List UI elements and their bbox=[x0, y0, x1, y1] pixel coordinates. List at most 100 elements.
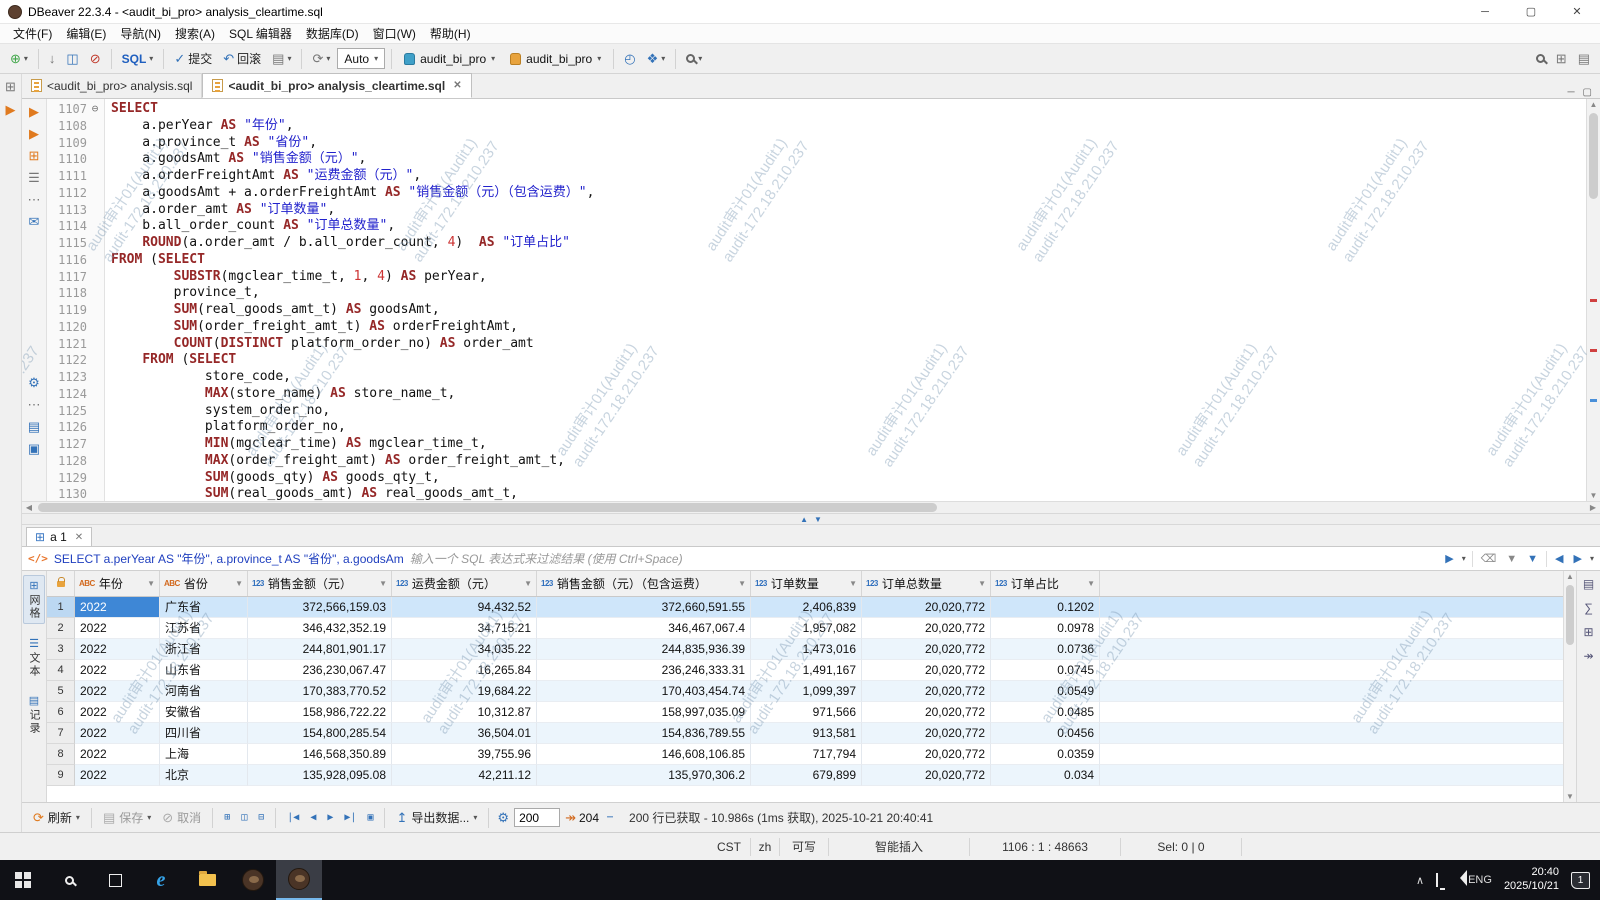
cell[interactable]: 146,568,350.89 bbox=[248, 744, 392, 765]
cell[interactable]: 2022 bbox=[75, 702, 160, 723]
cell[interactable]: 236,246,333.31 bbox=[537, 660, 751, 681]
column-filter-icon[interactable]: ▼ bbox=[147, 579, 155, 588]
code-editor[interactable]: 1107⊖11081109111011111112111311141115111… bbox=[47, 99, 1586, 501]
cell[interactable]: 北京 bbox=[160, 765, 248, 786]
code-line[interactable]: FROM (SELECT bbox=[111, 252, 1586, 269]
delete-row-icon[interactable]: ⊟ bbox=[255, 812, 267, 823]
cell[interactable]: 河南省 bbox=[160, 681, 248, 702]
code-line[interactable]: FROM (SELECT bbox=[111, 352, 1586, 369]
row-number[interactable]: 8 bbox=[47, 744, 75, 765]
insert-mode-indicator[interactable]: 智能插入 bbox=[829, 833, 969, 860]
column-filter-icon[interactable]: ▼ bbox=[738, 579, 746, 588]
fold-marker-icon[interactable] bbox=[87, 486, 103, 501]
code-line[interactable]: a.goodsAmt + a.orderFreightAmt AS "销售金额（… bbox=[111, 185, 1586, 202]
taskbar-clock[interactable]: 20:40 2025/10/21 bbox=[1504, 866, 1559, 894]
more-icon[interactable]: ⋯ bbox=[28, 398, 41, 411]
database-navigator-icon[interactable]: ▶ bbox=[6, 103, 16, 116]
row-number[interactable]: 6 bbox=[47, 702, 75, 723]
settings-gear-icon[interactable]: ⚙ bbox=[28, 376, 40, 389]
fetch-size-input[interactable] bbox=[514, 808, 560, 827]
cell[interactable]: 2022 bbox=[75, 765, 160, 786]
menu-item[interactable]: 搜索(A) bbox=[168, 23, 222, 44]
taskbar-search-button[interactable] bbox=[46, 860, 92, 900]
cell[interactable]: 20,020,772 bbox=[862, 639, 991, 660]
history-back-icon[interactable]: ◀ bbox=[1553, 552, 1565, 565]
cell[interactable]: 0.0549 bbox=[991, 681, 1100, 702]
table-row[interactable]: 92022北京135,928,095.0842,211.12135,970,30… bbox=[47, 765, 1563, 786]
fold-marker-icon[interactable] bbox=[87, 151, 103, 168]
fold-marker-icon[interactable] bbox=[87, 235, 103, 252]
scrollbar-track[interactable] bbox=[36, 502, 1586, 513]
next-row-icon[interactable]: ▶ bbox=[324, 812, 336, 823]
presentation-tab-2[interactable]: ☰文本 bbox=[24, 634, 44, 681]
code-line[interactable]: a.order_amt AS "订单数量", bbox=[111, 202, 1586, 219]
fold-marker-icon[interactable] bbox=[87, 386, 103, 403]
code-line[interactable]: a.orderFreightAmt AS "运费金额（元）", bbox=[111, 168, 1586, 185]
cell[interactable]: 971,566 bbox=[751, 702, 862, 723]
cell[interactable]: 0.0485 bbox=[991, 702, 1100, 723]
scroll-right-icon[interactable]: ▶ bbox=[1586, 503, 1600, 512]
code-line[interactable]: SUM(real_goods_amt_t) AS goodsAmt, bbox=[111, 302, 1586, 319]
cell[interactable]: 170,383,770.52 bbox=[248, 681, 392, 702]
dbeaver-taskbar-button[interactable] bbox=[276, 860, 322, 900]
cell[interactable]: 20,020,772 bbox=[862, 765, 991, 786]
results-vertical-scrollbar[interactable]: ▲ ▼ bbox=[1563, 571, 1576, 802]
cell[interactable]: 20,020,772 bbox=[862, 702, 991, 723]
rollback-button[interactable]: ↶ 回滚 bbox=[219, 48, 265, 69]
cell[interactable]: 34,035.22 bbox=[392, 639, 537, 660]
close-tab-icon[interactable]: ✕ bbox=[453, 80, 461, 91]
more-actions-icon[interactable]: ⋯ bbox=[28, 193, 41, 206]
editor-vertical-scrollbar[interactable]: ▲ ▼ bbox=[1586, 99, 1600, 501]
grid-settings-gear-icon[interactable]: ⚙ bbox=[497, 811, 509, 824]
script-list-icon[interactable]: ☰ bbox=[28, 171, 40, 184]
fold-marker-icon[interactable] bbox=[87, 369, 103, 386]
code-area[interactable]: SELECT a.perYear AS "年份", a.province_t A… bbox=[105, 99, 1586, 501]
app-button-1[interactable] bbox=[230, 860, 276, 900]
scrollbar-thumb[interactable] bbox=[38, 503, 937, 512]
filter-input[interactable]: 输入一个 SQL 表达式来过滤结果 (使用 Ctrl+Space) bbox=[410, 550, 1437, 567]
value-panel-icon[interactable]: ▤ bbox=[1583, 577, 1594, 591]
column-header-5[interactable]: 123销售金额（元）（包含运费）▼ bbox=[537, 571, 751, 596]
cell[interactable]: 244,801,901.17 bbox=[248, 639, 392, 660]
fold-marker-icon[interactable] bbox=[87, 302, 103, 319]
transaction-log-button[interactable]: ▤ ▾ bbox=[268, 50, 295, 67]
save-script-icon[interactable]: ▣ bbox=[28, 442, 40, 455]
volume-tray-button[interactable] bbox=[1450, 874, 1456, 886]
fold-marker-icon[interactable] bbox=[87, 168, 103, 185]
cell[interactable]: 0.0978 bbox=[991, 618, 1100, 639]
presentation-tab-3[interactable]: ▤记录 bbox=[24, 691, 44, 738]
column-header-1[interactable]: ABC年份▼ bbox=[75, 571, 160, 596]
column-filter-icon[interactable]: ▼ bbox=[1087, 579, 1095, 588]
code-line[interactable]: MIN(mgclear_time) AS mgclear_time_t, bbox=[111, 436, 1586, 453]
start-button[interactable] bbox=[0, 860, 46, 900]
quick-access-search-button[interactable] bbox=[1532, 52, 1549, 65]
mail-export-icon[interactable]: ✉ bbox=[29, 215, 40, 228]
more-status-icon[interactable]: ⋯ bbox=[604, 812, 616, 823]
code-line[interactable]: SUM(order_freight_amt_t) AS orderFreight… bbox=[111, 319, 1586, 336]
cell[interactable]: 158,986,722.22 bbox=[248, 702, 392, 723]
close-results-tab-icon[interactable]: ✕ bbox=[75, 532, 83, 543]
menu-item[interactable]: SQL 编辑器 bbox=[222, 23, 299, 44]
row-number[interactable]: 5 bbox=[47, 681, 75, 702]
scroll-down-icon[interactable]: ▼ bbox=[1564, 792, 1576, 801]
tab-analysis-cleartime-sql[interactable]: <audit_bi_pro> analysis_cleartime.sql ✕ bbox=[202, 73, 471, 98]
cell[interactable]: 135,970,306.2 bbox=[537, 765, 751, 786]
scroll-left-icon[interactable]: ◀ bbox=[22, 503, 36, 512]
menu-item[interactable]: 帮助(H) bbox=[423, 23, 478, 44]
grid-corner-cell[interactable] bbox=[47, 571, 75, 596]
cell[interactable]: 2022 bbox=[75, 639, 160, 660]
fold-marker-icon[interactable] bbox=[87, 419, 103, 436]
auto-sync-button[interactable]: ◴ bbox=[620, 50, 639, 67]
file-explorer-button[interactable] bbox=[184, 860, 230, 900]
cell[interactable]: 16,265.84 bbox=[392, 660, 537, 681]
aggregate-panel-icon[interactable]: ∑ bbox=[1584, 601, 1593, 615]
menu-item[interactable]: 导航(N) bbox=[113, 23, 168, 44]
cell[interactable]: 1,491,167 bbox=[751, 660, 862, 681]
fold-marker-icon[interactable] bbox=[87, 135, 103, 152]
history-forward-icon[interactable]: ▶ bbox=[1572, 552, 1584, 565]
fold-marker-icon[interactable] bbox=[87, 319, 103, 336]
cell[interactable]: 2022 bbox=[75, 597, 160, 618]
cell[interactable]: 广东省 bbox=[160, 597, 248, 618]
references-panel-icon[interactable]: ↠ bbox=[1583, 649, 1593, 663]
erase-filter-icon[interactable]: ⌫ bbox=[1479, 552, 1499, 565]
